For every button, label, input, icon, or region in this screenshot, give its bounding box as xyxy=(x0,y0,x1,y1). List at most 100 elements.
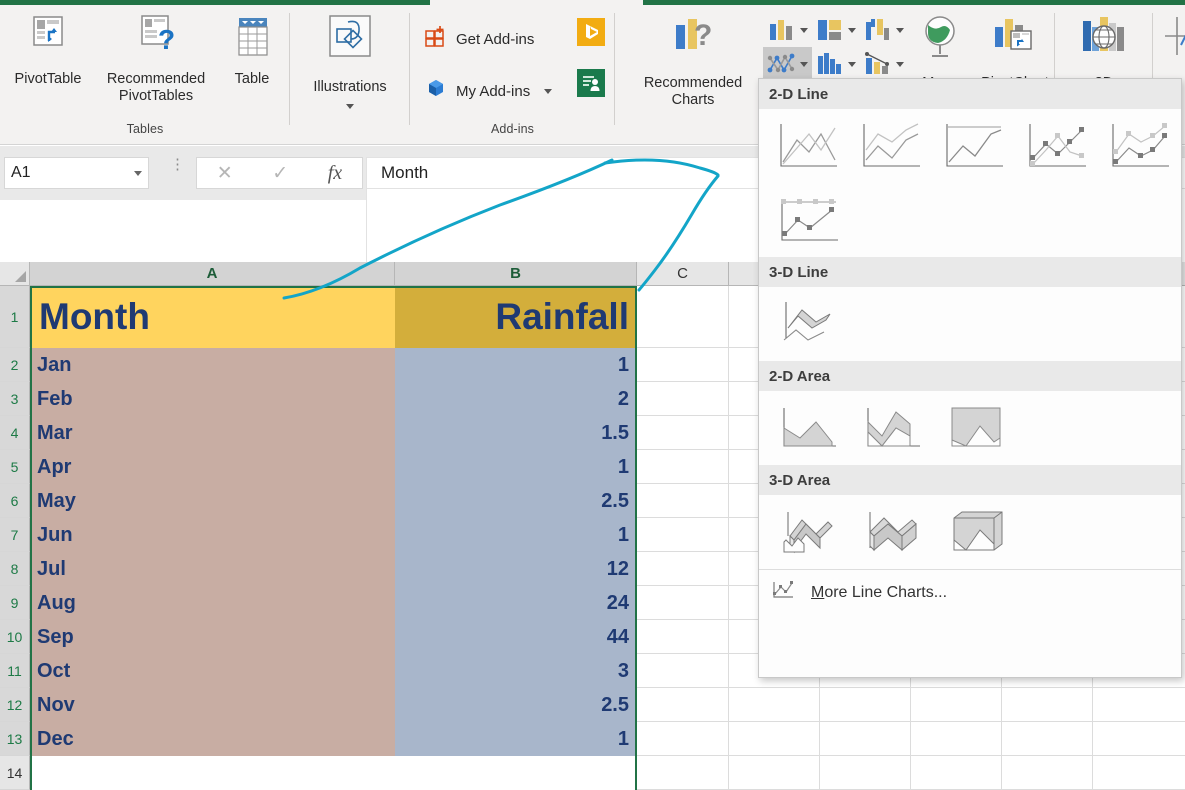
illustrations-caret[interactable] xyxy=(290,98,410,115)
gallery-item-stacked-line-with-markers-icon[interactable] xyxy=(1098,115,1181,177)
histogram-chart-caret-icon[interactable] xyxy=(848,61,856,67)
gallery-item-line-with-markers-icon[interactable] xyxy=(1015,115,1098,177)
cell-B13[interactable]: 1 xyxy=(395,722,637,756)
cell-A3[interactable]: Feb xyxy=(30,382,395,416)
gallery-item-stacked-line-icon[interactable] xyxy=(850,115,933,177)
row-header-2[interactable]: 2 xyxy=(0,348,30,382)
more-line-charts-icon xyxy=(771,580,795,605)
recommended-charts-button[interactable]: ? Recommended Charts xyxy=(623,11,763,109)
gallery-item-line-icon[interactable] xyxy=(767,115,850,177)
histogram-chart-icon xyxy=(818,53,841,74)
pivottable-button[interactable]: PivotTable xyxy=(6,11,90,88)
scatter-chart-button[interactable] xyxy=(859,13,908,47)
line-chart-gallery-dropdown: 2-D Line 3-D Line 2-D Area 3-D Area More… xyxy=(758,78,1182,678)
cell-A12[interactable]: Nov xyxy=(30,688,395,722)
bing-maps-icon[interactable] xyxy=(577,18,605,46)
cell-B1[interactable]: Rainfall xyxy=(395,286,637,348)
cell-A9[interactable]: Aug xyxy=(30,586,395,620)
recommended-pivottables-label-line1: Recommended xyxy=(106,71,206,87)
cell-A13[interactable]: Dec xyxy=(30,722,395,756)
table-button[interactable]: Table xyxy=(222,11,282,88)
pivottable-label: PivotTable xyxy=(14,71,82,87)
pivotchart-icon xyxy=(970,11,1060,68)
scatter-chart-caret-icon[interactable] xyxy=(896,27,904,33)
formula-bar-drag-handle[interactable]: ⋮ xyxy=(170,157,185,172)
people-graph-icon[interactable] xyxy=(577,69,605,97)
bar-chart-caret-icon[interactable] xyxy=(848,27,856,33)
row-header-1[interactable]: 1 xyxy=(0,286,30,348)
waterfall-chart-caret-icon[interactable] xyxy=(896,61,904,67)
row-header-8[interactable]: 8 xyxy=(0,552,30,586)
gallery-item-3d-line-icon[interactable] xyxy=(767,293,851,355)
my-addins-caret-icon[interactable] xyxy=(544,89,553,94)
column-header-a[interactable]: A xyxy=(30,262,395,286)
cell-B9[interactable]: 24 xyxy=(395,586,637,620)
cell-A2[interactable]: Jan xyxy=(30,348,395,382)
histogram-chart-button[interactable] xyxy=(811,47,860,81)
row-header-5[interactable]: 5 xyxy=(0,450,30,484)
insert-function-fx-icon[interactable]: fx xyxy=(328,162,342,185)
gallery-section-title-3d-area: 3-D Area xyxy=(759,465,1181,495)
cell-A11[interactable]: Oct xyxy=(30,654,395,688)
get-addins-button[interactable]: Get Add-ins xyxy=(424,25,534,54)
row-header-9[interactable]: 9 xyxy=(0,586,30,620)
cell-B12[interactable]: 2.5 xyxy=(395,688,637,722)
cell-B7[interactable]: 1 xyxy=(395,518,637,552)
name-box[interactable]: A1 xyxy=(4,157,149,189)
cell-A10[interactable]: Sep xyxy=(30,620,395,654)
row-header-4[interactable]: 4 xyxy=(0,416,30,450)
cell-A8[interactable]: Jul xyxy=(30,552,395,586)
cell-A1[interactable]: Month xyxy=(30,286,395,348)
gallery-item-3d-area-icon[interactable] xyxy=(767,501,851,563)
gallery-item-100-stacked-line-icon[interactable] xyxy=(933,115,1016,177)
row-header-10[interactable]: 10 xyxy=(0,620,30,654)
waterfall-chart-button[interactable] xyxy=(859,47,908,81)
enter-check-icon[interactable]: ✓ xyxy=(272,162,288,185)
illustrations-button[interactable]: Illustrations xyxy=(290,11,410,115)
recommended-charts-label-line1: Recommended xyxy=(643,75,743,91)
cell-B3[interactable]: 2 xyxy=(395,382,637,416)
column-header-b[interactable]: B xyxy=(395,262,637,286)
gallery-item-100-stacked-area-icon[interactable] xyxy=(935,397,1019,459)
row-header-14[interactable]: 14 xyxy=(0,756,30,790)
pivottable-icon xyxy=(6,11,90,64)
cell-B11[interactable]: 3 xyxy=(395,654,637,688)
gallery-section-title-2d-line: 2-D Line xyxy=(759,79,1181,109)
cell-A7[interactable]: Jun xyxy=(30,518,395,552)
row-header-7[interactable]: 7 xyxy=(0,518,30,552)
column-chart-button[interactable] xyxy=(763,13,812,47)
my-addins-button[interactable]: My Add-ins xyxy=(424,77,553,106)
gallery-item-100-stacked-line-with-markers-icon[interactable] xyxy=(767,189,851,251)
select-all-corner[interactable] xyxy=(0,262,30,286)
column-chart-caret-icon[interactable] xyxy=(800,27,808,33)
cell-B6[interactable]: 2.5 xyxy=(395,484,637,518)
name-box-chevron-down-icon[interactable] xyxy=(134,170,142,176)
svg-text:?: ? xyxy=(694,19,712,52)
gallery-item-3d-100-stacked-area-icon[interactable] xyxy=(935,501,1019,563)
cell-A5[interactable]: Apr xyxy=(30,450,395,484)
cell-A4[interactable]: Mar xyxy=(30,416,395,450)
cell-B2[interactable]: 1 xyxy=(395,348,637,382)
line-chart-button[interactable] xyxy=(763,47,812,81)
cell-B10[interactable]: 44 xyxy=(395,620,637,654)
recommended-pivottables-button[interactable]: ? Recommended PivotTables xyxy=(92,11,220,105)
row-header-12[interactable]: 12 xyxy=(0,688,30,722)
row-header-11[interactable]: 11 xyxy=(0,654,30,688)
cell-A6[interactable]: May xyxy=(30,484,395,518)
cell-B4[interactable]: 1.5 xyxy=(395,416,637,450)
gallery-item-stacked-area-icon[interactable] xyxy=(851,397,935,459)
cell-B5[interactable]: 1 xyxy=(395,450,637,484)
row-header-13[interactable]: 13 xyxy=(0,722,30,756)
line-chart-caret-icon[interactable] xyxy=(800,61,808,67)
table-label: Table xyxy=(234,71,270,87)
gallery-item-area-icon[interactable] xyxy=(767,397,851,459)
row-header-6[interactable]: 6 xyxy=(0,484,30,518)
bar-chart-button[interactable] xyxy=(811,13,860,47)
cell-B8[interactable]: 12 xyxy=(395,552,637,586)
more-line-charts-item[interactable]: More Line Charts... xyxy=(759,569,1181,615)
row-header-3[interactable]: 3 xyxy=(0,382,30,416)
gallery-item-3d-stacked-area-icon[interactable] xyxy=(851,501,935,563)
column-header-c[interactable]: C xyxy=(637,262,729,286)
sparkline-line-button[interactable] xyxy=(1157,11,1185,74)
cancel-x-icon[interactable]: ✕ xyxy=(217,162,233,185)
